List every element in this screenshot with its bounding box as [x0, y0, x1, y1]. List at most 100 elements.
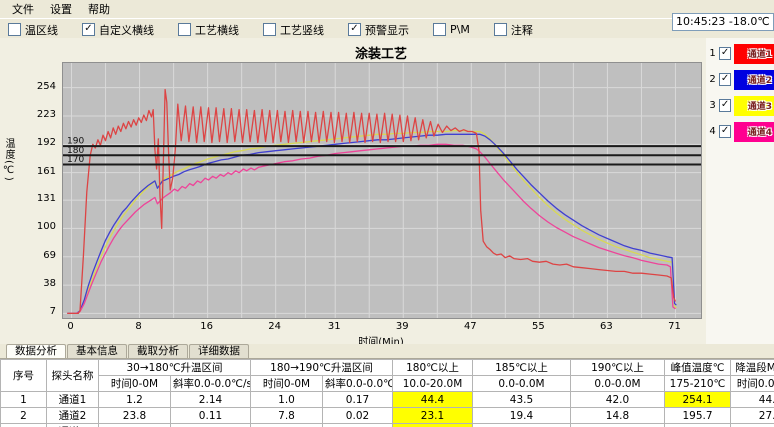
toolbar-option-label: 温区线 — [25, 22, 58, 38]
col-subheader-5-0: 175-210℃ — [665, 376, 731, 392]
channel-visibility-checkbox-1[interactable]: ✓ — [719, 47, 732, 60]
channel-color-swatch-4[interactable]: 通道4 — [734, 122, 774, 142]
col-group-header-1: 180→190℃升温区间 — [251, 360, 393, 376]
toolbar-option-label: 预警显示 — [365, 22, 409, 38]
toolbar-checkbox-5[interactable] — [433, 23, 446, 36]
toolbar-option-label: 工艺横线 — [195, 22, 239, 38]
bottom-tab-strip: 数据分析基本信息截取分析详细数据 — [0, 344, 774, 359]
toolbar-option-3[interactable]: 工艺竖线 — [263, 22, 324, 38]
table-cell: 14.8 — [571, 408, 665, 424]
table-cell: 5.5 — [251, 424, 323, 427]
table-cell: 3 — [1, 424, 47, 427]
y-axis-tick-7: 7 — [16, 307, 56, 317]
toolbar-checkbox-6[interactable] — [494, 23, 507, 36]
table-row: 1通道11.22.141.00.1744.443.542.0254.144.3 — [1, 392, 774, 408]
col-subheader-1-0: 时间0-0M — [251, 376, 323, 392]
toolbar-checkbox-3[interactable] — [263, 23, 276, 36]
legend-row-channel-1: 1✓通道1 — [708, 43, 774, 64]
menu-item-1[interactable]: 设置 — [42, 0, 80, 19]
table-cell: 2 — [1, 408, 47, 424]
channel-number: 1 — [708, 48, 716, 59]
tab-2[interactable]: 截取分析 — [128, 344, 188, 358]
toolbar-checkbox-1[interactable]: ✓ — [82, 23, 95, 36]
channel-number: 4 — [708, 126, 716, 137]
x-axis-tick-0: 0 — [51, 321, 91, 332]
toolbar-option-label: 注释 — [511, 22, 533, 38]
col-group-header-6: 降温段MAX→3 — [731, 360, 774, 376]
x-axis-tick-24: 24 — [255, 321, 295, 332]
channel-legend: 1✓通道12✓通道23✓通道34✓通道4 — [706, 38, 774, 344]
col-group-header-2: 180℃以上 — [393, 360, 473, 376]
menu-item-2[interactable]: 帮助 — [80, 0, 118, 19]
tab-1[interactable]: 基本信息 — [67, 344, 127, 358]
toolbar-option-2[interactable]: 工艺横线 — [178, 22, 239, 38]
time-temperature-display: 10:45:23 -18.0℃ — [672, 13, 774, 31]
y-axis-tick-161: 161 — [16, 167, 56, 177]
ref-line-label-170: 170 — [67, 155, 84, 165]
chart-title: 涂装工艺 — [62, 43, 700, 62]
legend-row-channel-2: 2✓通道2 — [708, 69, 774, 90]
tab-3[interactable]: 详细数据 — [189, 344, 249, 358]
table-cell: 0.03 — [323, 424, 393, 427]
table-cell: 23.8 — [99, 408, 171, 424]
channel-color-swatch-2[interactable]: 通道2 — [734, 70, 774, 90]
channel-visibility-checkbox-4[interactable]: ✓ — [719, 125, 732, 138]
x-axis-tick-63: 63 — [586, 321, 626, 332]
y-axis-tick-131: 131 — [16, 194, 56, 204]
col-group-header-0: 30→180℃升温区间 — [99, 360, 251, 376]
x-axis-tick-31: 31 — [314, 321, 354, 332]
col-group-header-4: 190℃以上 — [571, 360, 665, 376]
channel-color-swatch-3[interactable]: 通道3 — [734, 96, 774, 116]
table-cell: 44.3 — [731, 392, 774, 408]
toolbar-option-0[interactable]: 温区线 — [8, 22, 58, 38]
toolbar-option-label: P\M — [450, 23, 470, 36]
table-cell: 195.7 — [665, 408, 731, 424]
y-axis-tick-100: 100 — [16, 222, 56, 232]
toolbar-checkbox-0[interactable] — [8, 23, 21, 36]
y-axis-tick-69: 69 — [16, 251, 56, 261]
col-subheader-1-1: 斜率0.0-0.0℃/s — [323, 376, 393, 392]
channel-color-swatch-1[interactable]: 通道1 — [734, 44, 774, 64]
col-subheader-2-0: 10.0-20.0M — [393, 376, 473, 392]
tab-0[interactable]: 数据分析 — [6, 344, 66, 358]
table-cell: 26.4 — [393, 424, 473, 427]
toolbar-option-1[interactable]: ✓自定义横线 — [82, 22, 154, 38]
table-cell: 43.5 — [473, 392, 571, 408]
toolbar-option-5[interactable]: P\M — [433, 23, 470, 36]
table-cell: 19.4 — [473, 408, 571, 424]
channel-visibility-checkbox-3[interactable]: ✓ — [719, 99, 732, 112]
col-subheader-4-0: 0.0-0.0M — [571, 376, 665, 392]
channel-number: 3 — [708, 100, 716, 111]
col-header-probe-name: 探头名称 — [47, 360, 99, 392]
table-cell: 0.02 — [323, 408, 393, 424]
table-cell: 1 — [1, 392, 47, 408]
toolbar-checkbox-4[interactable]: ✓ — [348, 23, 361, 36]
x-axis-tick-8: 8 — [119, 321, 159, 332]
menu-bar: 文件设置帮助 — [0, 0, 774, 18]
x-axis-tick-39: 39 — [382, 321, 422, 332]
col-group-header-5: 峰值温度℃ — [665, 360, 731, 376]
col-header-index: 序号 — [1, 360, 47, 392]
channel-number: 2 — [708, 74, 716, 85]
table-cell: 28.6 — [731, 424, 774, 427]
temperature-plot[interactable]: 190180170 — [62, 62, 702, 319]
legend-row-channel-4: 4✓通道4 — [708, 121, 774, 142]
table-cell: 23.9 — [473, 424, 571, 427]
table-cell: 20.2 — [99, 424, 171, 427]
table-cell: 通道1 — [47, 392, 99, 408]
toolbar-option-6[interactable]: 注释 — [494, 22, 533, 38]
table-cell: 1.2 — [99, 392, 171, 408]
table-cell: 44.4 — [393, 392, 473, 408]
toolbar-option-4[interactable]: ✓ 预警显示 — [348, 22, 409, 38]
data-analysis-table: 序号探头名称30→180℃升温区间180→190℃升温区间180℃以上185℃以… — [0, 359, 774, 427]
channel-visibility-checkbox-2[interactable]: ✓ — [719, 73, 732, 86]
menu-item-0[interactable]: 文件 — [4, 0, 42, 19]
table-row: 3通道320.20.125.50.0326.423.920.5204.028.6 — [1, 424, 774, 427]
table-cell: 42.0 — [571, 392, 665, 408]
col-group-header-3: 185℃以上 — [473, 360, 571, 376]
series-通道1 — [67, 90, 675, 314]
col-subheader-0-1: 斜率0.0-0.0℃/s — [171, 376, 251, 392]
y-axis-tick-38: 38 — [16, 279, 56, 289]
toolbar-checkbox-2[interactable] — [178, 23, 191, 36]
y-axis-tick-192: 192 — [16, 138, 56, 148]
